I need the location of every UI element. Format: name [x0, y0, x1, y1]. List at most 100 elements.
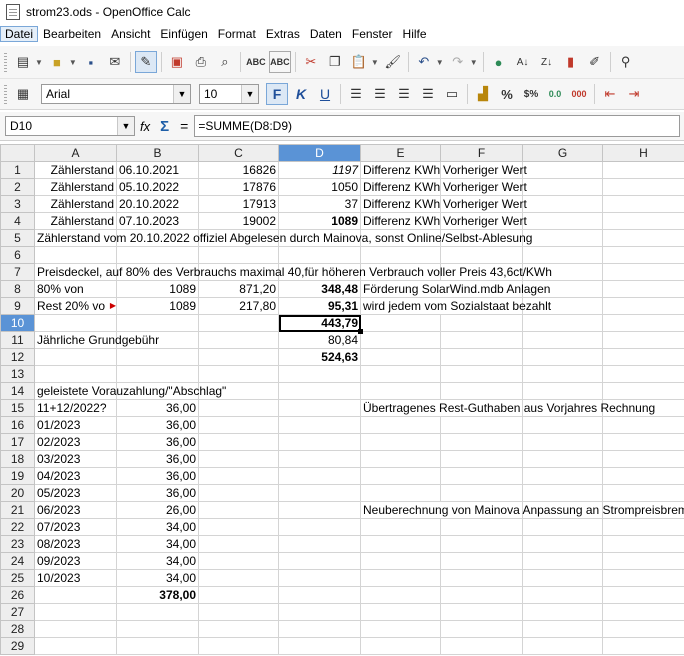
open-folder-icon[interactable]: ■ [46, 51, 68, 73]
page-preview-icon[interactable]: ⌕ [214, 51, 236, 73]
row-header[interactable]: 2 [0, 178, 35, 196]
cell-b[interactable]: 36,00 [116, 416, 199, 434]
row-header[interactable]: 29 [0, 637, 35, 655]
cell-e[interactable] [360, 331, 441, 349]
cell-f[interactable] [440, 518, 523, 536]
cell-h[interactable] [602, 416, 684, 434]
cell-h[interactable] [602, 467, 684, 485]
align-right-icon[interactable]: ☰ [393, 83, 415, 105]
row-header[interactable]: 10 [0, 314, 35, 332]
edit-mode-icon[interactable]: ✎ [134, 51, 157, 73]
toolbar-grip[interactable] [4, 52, 7, 72]
column-header-a[interactable]: A [34, 144, 117, 162]
currency-format-icon[interactable]: ▟ [472, 83, 494, 105]
percent-format-button[interactable]: % [496, 83, 518, 105]
cell-a[interactable] [34, 246, 117, 264]
cell-c[interactable] [198, 246, 279, 264]
cell-g[interactable] [522, 518, 603, 536]
cell-f[interactable] [440, 348, 523, 366]
row-header[interactable]: 3 [0, 195, 35, 213]
column-header-e[interactable]: E [360, 144, 441, 162]
cell-d[interactable]: 80,84 [278, 331, 361, 349]
cell-e[interactable] [360, 586, 441, 604]
cell-h[interactable] [602, 518, 684, 536]
decrease-indent-icon[interactable]: ⇤ [599, 83, 621, 105]
print-icon[interactable]: ⎙ [190, 51, 212, 73]
cell-h[interactable] [602, 314, 684, 332]
cell-b[interactable] [116, 348, 199, 366]
cell-b[interactable]: 34,00 [116, 552, 199, 570]
cell-b[interactable] [116, 620, 199, 638]
cell-h[interactable] [602, 212, 684, 230]
toolbar-grip[interactable] [4, 84, 7, 104]
row-header[interactable]: 21 [0, 501, 35, 519]
cell-f[interactable] [440, 433, 523, 451]
cell-f[interactable] [440, 569, 523, 587]
cell-h[interactable] [602, 348, 684, 366]
sort-descending-icon[interactable]: Z↓ [536, 51, 558, 73]
cell-a[interactable]: Zählerstand [34, 212, 117, 230]
cell-e[interactable] [360, 365, 441, 383]
cell-d[interactable] [278, 450, 361, 468]
cell-g[interactable] [522, 161, 603, 179]
cell-f[interactable]: Vorheriger Wert [440, 178, 527, 196]
row-header[interactable]: 22 [0, 518, 35, 536]
undo-dropdown-icon[interactable]: ▼ [436, 58, 444, 67]
cell-d[interactable] [278, 246, 361, 264]
cell-h[interactable] [602, 637, 684, 655]
cell-g[interactable] [522, 586, 603, 604]
cell-a[interactable]: Zählerstand [34, 195, 117, 213]
underline-button[interactable]: U [314, 83, 336, 105]
row-header[interactable]: 28 [0, 620, 35, 638]
chevron-down-icon[interactable]: ▼ [173, 85, 190, 103]
cell-a[interactable]: Preisdeckel, auf 80% des Verbrauchs maxi… [34, 263, 552, 281]
column-header-c[interactable]: C [198, 144, 279, 162]
cell-d[interactable] [278, 416, 361, 434]
cell-a[interactable]: 01/2023 [34, 416, 117, 434]
cell-g[interactable] [522, 212, 603, 230]
cell-h[interactable] [602, 161, 684, 179]
row-header[interactable]: 9 [0, 297, 35, 315]
menu-daten[interactable]: Daten [305, 27, 347, 41]
cell-e[interactable] [360, 484, 441, 502]
cell-e[interactable] [360, 603, 441, 621]
undo-icon[interactable]: ↶ [413, 51, 435, 73]
paste-dropdown-icon[interactable]: ▼ [371, 58, 379, 67]
cell-e[interactable]: Differenz KWh [360, 195, 441, 213]
cell-c[interactable]: 16826 [198, 161, 279, 179]
bold-button[interactable]: F [266, 83, 288, 105]
cell-a[interactable]: geleistete Vorauzahlung/"Abschlag" [34, 382, 226, 400]
cell-d[interactable]: 37 [278, 195, 361, 213]
cell-d[interactable] [278, 433, 361, 451]
font-size-combo[interactable]: 10 ▼ [199, 84, 259, 104]
save-icon[interactable]: ▪ [80, 51, 102, 73]
cell-e[interactable] [360, 637, 441, 655]
name-box[interactable]: D10 ▼ [5, 116, 135, 136]
cell-a[interactable]: Jährliche Grundgebühr [34, 331, 159, 349]
cell-a[interactable] [34, 314, 117, 332]
cell-h[interactable] [602, 280, 684, 298]
menu-bearbeiten[interactable]: Bearbeiten [38, 27, 106, 41]
cell-a[interactable]: 11+12/2022? [34, 399, 117, 417]
menu-datei[interactable]: Datei [0, 26, 39, 42]
cell-a[interactable] [34, 348, 117, 366]
cell-f[interactable] [440, 416, 523, 434]
cell-c[interactable] [198, 433, 279, 451]
cell-b[interactable]: 34,00 [116, 518, 199, 536]
cell-b[interactable] [116, 603, 199, 621]
cell-h[interactable] [602, 246, 684, 264]
cell-f[interactable] [440, 365, 523, 383]
styles-formatting-icon[interactable]: ▦ [12, 83, 34, 105]
delete-decimal-button[interactable]: 000 [568, 83, 590, 105]
cell-d[interactable] [278, 399, 361, 417]
cell-h[interactable] [602, 382, 684, 400]
cell-c[interactable] [198, 603, 279, 621]
cell-e[interactable] [360, 620, 441, 638]
row-header[interactable]: 7 [0, 263, 35, 281]
cell-c[interactable]: 17876 [198, 178, 279, 196]
cell-g[interactable] [522, 314, 603, 332]
cell-g[interactable] [522, 467, 603, 485]
cell-g[interactable] [522, 229, 603, 247]
menu-hilfe[interactable]: Hilfe [398, 27, 432, 41]
merge-cells-icon[interactable]: ▭ [441, 83, 463, 105]
